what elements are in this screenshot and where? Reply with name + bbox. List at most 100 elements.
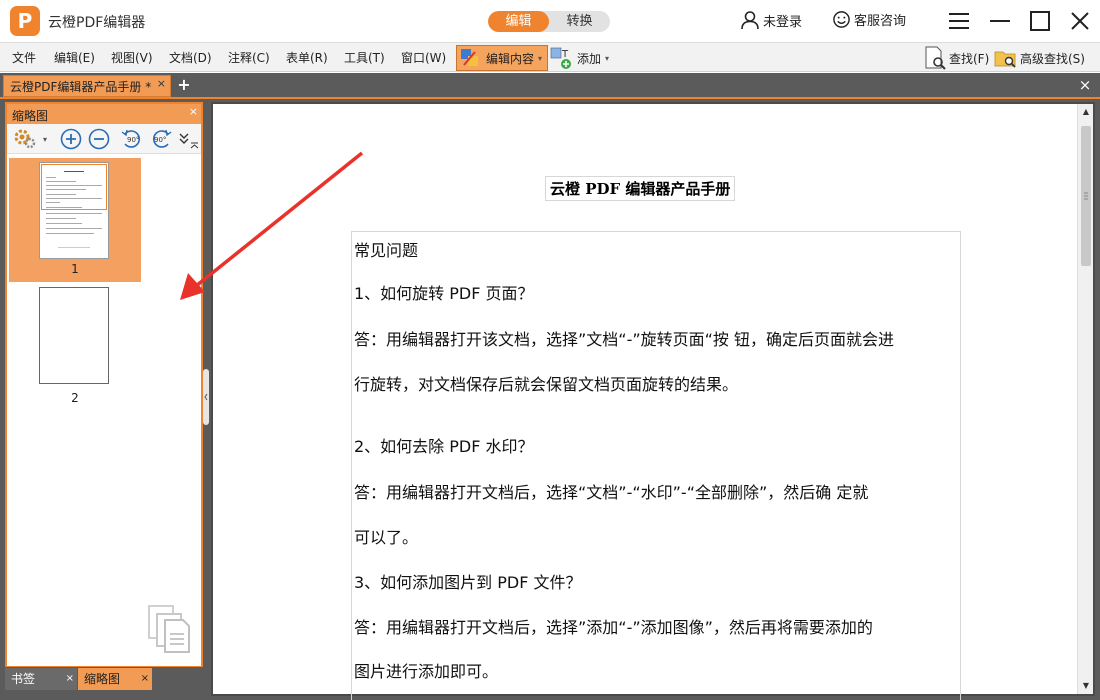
- close-tab-icon[interactable]: ×: [66, 668, 74, 690]
- menu-view[interactable]: 视图(V): [111, 49, 153, 66]
- rotate-right-button[interactable]: 90°: [149, 128, 173, 150]
- find-button[interactable]: 查找(F): [923, 46, 989, 70]
- edit-content-button[interactable]: 编辑内容 ▾: [456, 45, 548, 71]
- document-tab-bar: 云橙PDF编辑器产品手册 * × + ×: [0, 73, 1100, 99]
- document-title[interactable]: 云橙 PDF 编辑器产品手册: [545, 176, 736, 201]
- paragraph: 答：用编辑器打开文档后，选择”添加“-”添加图像”，然后再将需要添加的: [354, 618, 873, 637]
- thumbnail-page-2[interactable]: [39, 287, 109, 384]
- paragraph: 1、如何旋转 PDF 页面？: [354, 284, 534, 303]
- panel-header: 缩略图 ×: [7, 104, 201, 124]
- menu-document[interactable]: 文档(D): [169, 49, 212, 66]
- hamburger-icon: [949, 13, 969, 29]
- mode-convert-button[interactable]: 转换: [549, 11, 610, 32]
- rotate-right-icon: 90°: [153, 129, 172, 148]
- bookmarks-tab[interactable]: 书签 ×: [5, 668, 77, 690]
- zoom-in-icon: [60, 128, 82, 150]
- close-document-button[interactable]: ×: [1076, 76, 1094, 94]
- find-label: 查找(F): [949, 51, 990, 66]
- scroll-down-icon[interactable]: ▼: [1080, 680, 1092, 692]
- minimize-button[interactable]: [986, 8, 1014, 34]
- find-document-icon: [925, 46, 946, 70]
- workspace: 缩略图 × ▾ 90° 90° 1 2 书签 × 缩略图 × 云橙 PDF 编辑…: [0, 99, 1100, 700]
- vertical-scrollbar[interactable]: ▲ ▼: [1077, 104, 1093, 694]
- double-chevron-down-icon: [179, 133, 189, 144]
- thumbnails-tab[interactable]: 缩略图 ×: [78, 668, 152, 690]
- advanced-find-button[interactable]: 高级查找(S): [994, 46, 1085, 70]
- close-tab-icon[interactable]: ×: [157, 77, 166, 90]
- rotate-left-icon: 90°: [121, 129, 140, 148]
- service-label: 客服咨询: [854, 14, 907, 29]
- paragraph: 答：用编辑器打开该文档，选择”文档“-”旋转页面“按 钮，确定后页面就会进: [354, 330, 895, 349]
- text-block[interactable]: 常见问题 1、如何旋转 PDF 页面？ 答：用编辑器打开该文档，选择”文档“-”…: [351, 231, 961, 700]
- edit-content-label: 编辑内容: [486, 51, 535, 66]
- folder-search-icon: [994, 51, 1016, 68]
- pdf-page[interactable]: 云橙 PDF 编辑器产品手册 常见问题 1、如何旋转 PDF 页面？ 答：用编辑…: [218, 104, 1076, 700]
- zoom-out-icon: [88, 128, 110, 150]
- advanced-find-label: 高级查找(S): [1020, 51, 1085, 66]
- menu-bar: 文件 编辑(E) 视图(V) 文档(D) 注释(C) 表单(R) 工具(T) 窗…: [0, 42, 1100, 72]
- menu-edit[interactable]: 编辑(E): [54, 49, 95, 66]
- panel-toolbar: ▾ 90° 90°: [7, 124, 201, 154]
- chevron-down-icon: ▾: [605, 53, 610, 63]
- options-button[interactable]: ▾: [11, 128, 49, 150]
- add-label: 添加: [577, 51, 602, 66]
- more-tools-button[interactable]: [177, 128, 191, 150]
- close-icon: [1071, 12, 1089, 30]
- mode-edit-button[interactable]: 编辑: [488, 11, 549, 32]
- svg-text:T: T: [561, 49, 569, 60]
- panel-splitter-handle[interactable]: [203, 369, 209, 425]
- zoom-out-button[interactable]: [87, 128, 111, 150]
- thumbnail-page-number: 2: [71, 391, 79, 405]
- close-window-button[interactable]: [1066, 8, 1094, 34]
- paragraph: 行旋转，对文档保存后就会保留文档页面旋转的结果。: [354, 375, 739, 394]
- document-tab[interactable]: 云橙PDF编辑器产品手册 * ×: [3, 75, 171, 97]
- pages-icon: [147, 604, 193, 657]
- thumbnail-panel: 缩略图 × ▾ 90° 90° 1 2: [5, 102, 203, 668]
- rotate-left-button[interactable]: 90°: [120, 128, 144, 150]
- minimize-icon: [990, 20, 1010, 22]
- edit-content-icon: [461, 49, 478, 66]
- app-logo-icon: P: [10, 6, 40, 36]
- menu-file[interactable]: 文件: [12, 49, 36, 66]
- zoom-in-button[interactable]: [59, 128, 83, 150]
- collapse-toolbar-icon[interactable]: [190, 138, 199, 152]
- menu-comment[interactable]: 注释(C): [228, 49, 270, 66]
- customer-service-button[interactable]: 客服咨询: [832, 10, 906, 29]
- title-bar: P 云橙PDF编辑器 编辑 转换 未登录 客服咨询: [0, 0, 1100, 42]
- thumbnails-tab-label: 缩略图: [84, 672, 121, 686]
- maximize-button[interactable]: [1026, 8, 1054, 34]
- add-button[interactable]: T 添加 ▾: [550, 46, 609, 70]
- close-tab-icon[interactable]: ×: [141, 668, 149, 690]
- chevron-down-icon: ▾: [42, 134, 47, 144]
- new-tab-button[interactable]: +: [175, 76, 193, 94]
- mode-switch: 编辑 转换: [488, 11, 610, 32]
- add-text-image-icon: T: [550, 47, 571, 69]
- login-button[interactable]: 未登录: [740, 10, 802, 30]
- paragraph: 可以了。: [354, 528, 419, 547]
- chevron-down-icon: ▾: [538, 53, 543, 63]
- document-tab-label: 云橙PDF编辑器产品手册 *: [10, 79, 152, 94]
- user-icon: [741, 11, 759, 30]
- app-title: 云橙PDF编辑器: [48, 15, 146, 31]
- paragraph: 2、如何去除 PDF 水印？: [354, 437, 534, 456]
- svg-text:90°: 90°: [154, 136, 166, 144]
- scroll-up-icon[interactable]: ▲: [1080, 106, 1092, 118]
- gear-icon: [14, 129, 36, 149]
- menu-form[interactable]: 表单(R): [286, 49, 328, 66]
- paragraph: 图片进行添加即可。: [354, 662, 499, 681]
- hamburger-menu-button[interactable]: [945, 8, 973, 34]
- bookmarks-tab-label: 书签: [11, 672, 36, 686]
- svg-text:90°: 90°: [127, 136, 139, 144]
- login-label: 未登录: [763, 14, 803, 30]
- thumbnail-page-number: 1: [71, 262, 79, 276]
- paragraph: 常见问题: [354, 241, 419, 260]
- close-panel-icon[interactable]: ×: [189, 105, 198, 118]
- smile-icon: [833, 11, 850, 28]
- scrollbar-thumb[interactable]: [1081, 126, 1091, 266]
- thumbnail-page-1[interactable]: 1: [9, 158, 141, 282]
- thumbnail-list: 1 2: [7, 154, 201, 664]
- menu-tools[interactable]: 工具(T): [344, 49, 385, 66]
- paragraph: 答：用编辑器打开文档后，选择“文档”-“水印”-“全部删除”，然后确 定就: [354, 483, 869, 502]
- menu-window[interactable]: 窗口(W): [401, 49, 446, 66]
- document-viewer: 云橙 PDF 编辑器产品手册 常见问题 1、如何旋转 PDF 页面？ 答：用编辑…: [211, 102, 1095, 700]
